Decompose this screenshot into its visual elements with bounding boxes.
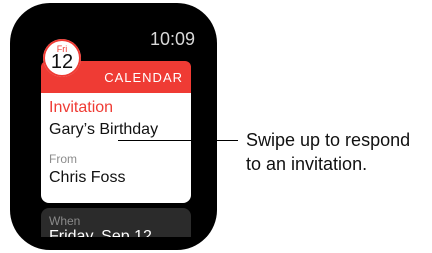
when-label: When	[49, 214, 81, 228]
event-title: Gary’s Birthday	[49, 121, 159, 138]
callout-leader-line	[118, 140, 238, 141]
from-label: From	[49, 152, 77, 166]
from-name: Chris Foss	[49, 169, 126, 186]
app-name: CALENDAR	[104, 70, 183, 85]
details-panel[interactable]: When Friday, Sep 12	[41, 208, 191, 237]
when-value: Friday, Sep 12	[49, 228, 152, 237]
notification-card[interactable]: Invitation Gary’s Birthday From Chris Fo…	[41, 93, 191, 203]
status-time: 10:09	[149, 29, 195, 49]
notification-type: Invitation	[49, 99, 114, 116]
calendar-icon[interactable]: Fri 12	[43, 39, 81, 77]
watch-frame: 10:09 CALENDAR Fri 12 Invitation Gary’s …	[10, 3, 217, 250]
watch-screen: 10:09 CALENDAR Fri 12 Invitation Gary’s …	[35, 25, 207, 237]
calendar-icon-date: 12	[50, 51, 74, 73]
callout-text: Swipe up to respond to an invitation.	[246, 130, 411, 174]
